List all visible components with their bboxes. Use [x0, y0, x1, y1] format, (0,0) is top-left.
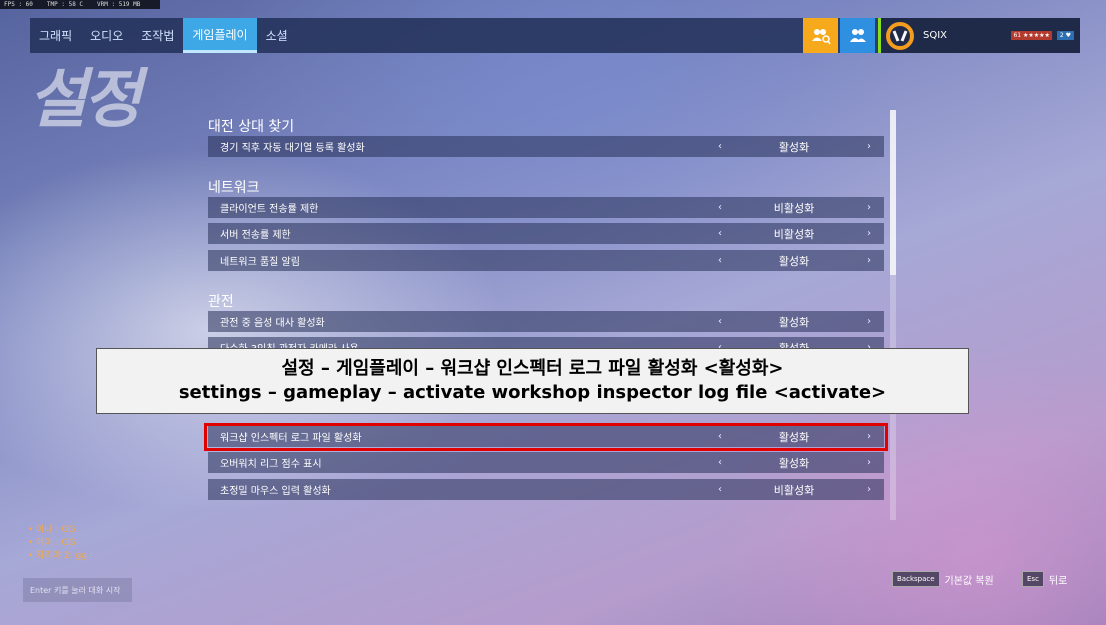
- setting-label: 오버워치 리그 점수 표시: [220, 459, 322, 470]
- chevron-right-icon[interactable]: ›: [854, 457, 884, 468]
- setting-value: 활성화: [778, 254, 810, 268]
- setting-label: 관전 중 음성 대사 활성화: [220, 318, 325, 329]
- tab-gameplay[interactable]: 게임플레이: [183, 18, 257, 53]
- setting-label: 네트워크 품질 알림: [220, 257, 300, 268]
- setting-row[interactable]: 오버워치 리그 점수 표시 ‹ 활성화 ›: [208, 452, 884, 473]
- setting-value: 활성화: [778, 315, 810, 329]
- endorsement-badge: 2 ♥: [1056, 31, 1074, 40]
- setting-label: 초정밀 마우스 입력 활성화: [220, 486, 331, 497]
- back-label: 뒤로: [1048, 575, 1068, 587]
- chevron-right-icon[interactable]: ›: [854, 202, 884, 213]
- setting-row[interactable]: 경기 직후 자동 대기열 등록 활성화 ‹ 활성화 ›: [208, 136, 884, 157]
- setting-row[interactable]: 클라이언트 전송률 제한 ‹ 비활성화 ›: [208, 197, 884, 218]
- setting-value: 비활성화: [773, 483, 815, 497]
- chevron-right-icon[interactable]: ›: [854, 141, 884, 152]
- settings-tab-bar: 그래픽 오디오 조작법 게임플레이 소셜 SQIX 61 ★★★★★ 2 ♥: [30, 18, 1080, 53]
- level-badge: 61 ★★★★★: [1011, 31, 1052, 40]
- scrollbar-thumb[interactable]: [890, 110, 896, 275]
- performance-stats: FPS : 60 TMP : 58 C VRM : 519 MB: [0, 0, 160, 9]
- chat-line: • 아나 : GG: [28, 525, 76, 535]
- chevron-left-icon[interactable]: ‹: [706, 228, 734, 239]
- chat-log: • 아나 : GG • 메이 : GG • 자리야 2: gg !: [28, 524, 93, 563]
- setting-value: 비활성화: [773, 201, 815, 215]
- chat-line: • 자리야 2: gg !: [28, 551, 94, 561]
- status-indicator: [878, 18, 881, 53]
- setting-row[interactable]: 초정밀 마우스 입력 활성화 ‹ 비활성화 ›: [208, 479, 884, 500]
- group-search-icon: [811, 28, 831, 44]
- scrollbar[interactable]: [890, 110, 896, 520]
- tab-social[interactable]: 소셜: [257, 18, 297, 53]
- setting-row[interactable]: 관전 중 음성 대사 활성화 ‹ 활성화 ›: [208, 311, 884, 332]
- caption-korean: 설정 – 게임플레이 – 워크샵 인스펙터 로그 파일 활성화 <활성화>: [281, 358, 784, 379]
- chevron-left-icon[interactable]: ‹: [706, 141, 734, 152]
- chevron-left-icon[interactable]: ‹: [706, 202, 734, 213]
- player-profile[interactable]: SQIX 61 ★★★★★ 2 ♥: [878, 18, 1080, 53]
- section-heading-matchmaking: 대전 상대 찾기: [208, 119, 295, 135]
- overwatch-logo-icon: [886, 21, 914, 50]
- chat-line: • 메이 : GG: [28, 538, 76, 548]
- page-title: 설정: [28, 63, 142, 137]
- backspace-key: Backspace: [892, 571, 940, 587]
- chevron-right-icon[interactable]: ›: [854, 316, 884, 327]
- friends-button[interactable]: [840, 18, 875, 53]
- group-search-button[interactable]: [803, 18, 838, 53]
- back-button[interactable]: Esc 뒤로: [1022, 571, 1067, 587]
- chevron-right-icon[interactable]: ›: [854, 255, 884, 266]
- chevron-right-icon[interactable]: ›: [854, 228, 884, 239]
- section-heading-spectate: 관전: [208, 294, 234, 310]
- chevron-left-icon[interactable]: ‹: [706, 316, 734, 327]
- chevron-left-icon[interactable]: ‹: [706, 457, 734, 468]
- highlight-box: [204, 423, 888, 451]
- tab-controls[interactable]: 조작법: [132, 18, 183, 53]
- esc-key: Esc: [1022, 571, 1044, 587]
- chevron-left-icon[interactable]: ‹: [706, 255, 734, 266]
- reset-defaults-button[interactable]: Backspace 기본값 복원: [892, 571, 994, 587]
- fps-readout: FPS : 60: [4, 1, 33, 8]
- setting-label: 서버 전송률 제한: [220, 230, 291, 241]
- vram-readout: VRM : 519 MB: [97, 1, 141, 8]
- chat-input[interactable]: Enter 키를 눌러 대화 시작: [23, 578, 132, 602]
- chevron-right-icon[interactable]: ›: [854, 484, 884, 495]
- setting-row[interactable]: 서버 전송률 제한 ‹ 비활성화 ›: [208, 223, 884, 244]
- setting-value: 비활성화: [773, 227, 815, 241]
- friends-icon: [849, 28, 866, 42]
- setting-row[interactable]: 네트워크 품질 알림 ‹ 활성화 ›: [208, 250, 884, 271]
- caption-english: settings – gameplay – activate workshop …: [178, 382, 887, 403]
- setting-label: 클라이언트 전송률 제한: [220, 204, 319, 215]
- reset-defaults-label: 기본값 복원: [944, 575, 994, 587]
- setting-value: 활성화: [778, 140, 810, 154]
- temperature-readout: TMP : 58 C: [46, 1, 84, 8]
- player-name: SQIX: [923, 30, 948, 41]
- section-heading-network: 네트워크: [208, 180, 260, 196]
- instruction-caption: 설정 – 게임플레이 – 워크샵 인스펙터 로그 파일 활성화 <활성화> se…: [96, 348, 969, 414]
- setting-value: 활성화: [778, 456, 810, 470]
- setting-label: 경기 직후 자동 대기열 등록 활성화: [220, 143, 365, 154]
- chevron-left-icon[interactable]: ‹: [706, 484, 734, 495]
